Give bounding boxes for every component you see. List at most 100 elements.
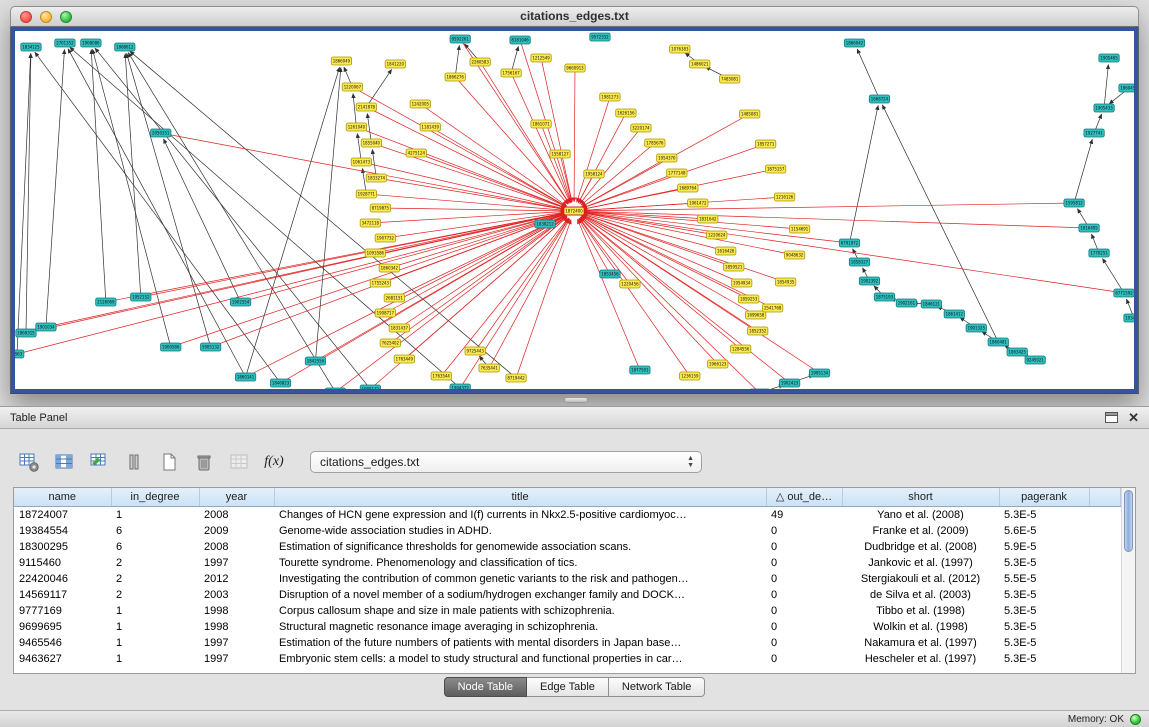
graph-node[interactable]: 9572332 <box>590 33 610 41</box>
graph-node[interactable]: 8719442 <box>506 374 526 382</box>
cell-in-degree[interactable]: 6 <box>111 539 199 555</box>
graph-edge[interactable] <box>46 213 565 327</box>
column-header-name[interactable]: name <box>14 488 111 506</box>
cell-name[interactable]: 18300295 <box>14 539 111 555</box>
panel-resize-grip[interactable] <box>564 397 588 403</box>
column-header-year[interactable]: year <box>199 488 274 506</box>
cell-year[interactable]: 2008 <box>199 539 274 555</box>
column-header-title[interactable]: title <box>274 488 766 506</box>
graph-node[interactable]: 1927741 <box>1084 129 1104 137</box>
graph-node[interactable]: 1093586 <box>365 249 385 257</box>
graph-node[interactable]: 1756167 <box>501 69 521 77</box>
graph-node[interactable]: 1626156 <box>616 109 636 117</box>
graph-edge[interactable] <box>246 67 340 377</box>
graph-node[interactable]: 1755243 <box>370 279 390 287</box>
cell-year[interactable]: 2009 <box>199 523 274 539</box>
graph-node[interactable]: 9725443 <box>465 347 485 355</box>
graph-node[interactable]: 1076383 <box>670 45 690 53</box>
cell-pagerank[interactable]: 5.9E-5 <box>999 539 1089 555</box>
cell-short[interactable]: Stergiakouli et al. (2012) <box>842 571 999 587</box>
graph-node[interactable]: 1842556 <box>305 357 325 365</box>
cell-name[interactable]: 9465546 <box>14 635 111 651</box>
graph-edge[interactable] <box>68 49 246 377</box>
graph-node[interactable]: 1242005 <box>410 100 430 108</box>
graph-node[interactable]: 7625402 <box>380 339 400 347</box>
graph-node[interactable]: 1855040 <box>361 139 381 147</box>
cell-title[interactable]: Corpus callosum shape and size in male p… <box>274 603 766 619</box>
cell-title[interactable]: Structural magnetic resonance image aver… <box>274 619 766 635</box>
cell-in-degree[interactable]: 1 <box>111 619 199 635</box>
cell-in-degree[interactable]: 2 <box>111 555 199 571</box>
table-row[interactable]: 946362711997Embryonic stem cells: a mode… <box>14 651 1121 667</box>
graph-node[interactable]: 1763544 <box>431 372 451 380</box>
cell-year[interactable]: 1997 <box>199 635 274 651</box>
cell-short[interactable]: Dudbridge et al. (2008) <box>842 539 999 555</box>
cell-pagerank[interactable]: 5.3E-5 <box>999 603 1089 619</box>
graph-edge[interactable] <box>46 49 65 327</box>
graph-node[interactable]: 1770251 <box>1089 249 1109 257</box>
cell-out-degree[interactable]: 0 <box>766 651 842 667</box>
cell-name[interactable]: 14569117 <box>14 587 111 603</box>
graph-node[interactable]: 1860141 <box>235 373 255 381</box>
graph-edge[interactable] <box>371 143 565 208</box>
cell-year[interactable]: 1997 <box>199 651 274 667</box>
graph-edge[interactable] <box>127 53 211 347</box>
graph-node[interactable]: 1852571 <box>325 388 345 389</box>
graph-node[interactable]: 7485081 <box>720 75 740 83</box>
table-row[interactable]: 1830029562008Estimation of significance … <box>14 539 1121 555</box>
float-panel-icon[interactable] <box>1105 412 1118 423</box>
cell-name[interactable]: 9699695 <box>14 619 111 635</box>
cell-title[interactable]: Estimation of significance thresholds fo… <box>274 539 766 555</box>
graph-node[interactable]: 1846121 <box>921 300 941 308</box>
column-header-in-degree[interactable]: in_degree <box>111 488 199 506</box>
column-header-pagerank[interactable]: pagerank <box>999 488 1089 506</box>
cell-name[interactable]: 9115460 <box>14 555 111 571</box>
cell-year[interactable]: 1998 <box>199 603 274 619</box>
graph-node[interactable]: 1861412 <box>944 310 964 318</box>
cell-year[interactable]: 1998 <box>199 619 274 635</box>
close-button[interactable] <box>20 11 32 23</box>
new-table-icon[interactable] <box>156 450 182 474</box>
cell-out-degree[interactable]: 0 <box>766 619 842 635</box>
cell-short[interactable]: Jankovic et al. (1997) <box>842 555 999 571</box>
cell-out-degree[interactable]: 0 <box>766 635 842 651</box>
cell-pagerank[interactable]: 5.3E-5 <box>999 587 1089 603</box>
graph-node[interactable]: 2701352 <box>55 39 75 47</box>
cell-out-degree[interactable]: 0 <box>766 571 842 587</box>
graph-edge[interactable] <box>541 58 572 202</box>
cell-name[interactable]: 9463627 <box>14 651 111 667</box>
cell-title[interactable]: Estimation of the future numbers of pati… <box>274 635 766 651</box>
graph-node[interactable]: 1154691 <box>789 225 809 233</box>
function-builder-icon[interactable]: f(x) <box>261 450 287 474</box>
cell-name[interactable]: 18724007 <box>14 506 111 523</box>
graph-edge[interactable] <box>246 215 566 377</box>
show-columns-icon[interactable] <box>51 450 77 474</box>
graph-edge[interactable] <box>367 113 371 143</box>
graph-node[interactable]: 1220456 <box>620 280 640 288</box>
graph-edge[interactable] <box>171 214 566 347</box>
window-titlebar[interactable]: citations_edges.txt <box>10 6 1139 27</box>
graph-node[interactable]: 1261040 <box>346 123 366 131</box>
cell-pagerank[interactable]: 5.5E-5 <box>999 571 1089 587</box>
cell-pagerank[interactable]: 5.3E-5 <box>999 619 1089 635</box>
graph-node[interactable]: 1905132 <box>360 385 380 389</box>
graph-node[interactable]: 1928771 <box>356 190 376 198</box>
graph-node[interactable]: 1854935 <box>775 278 795 286</box>
graph-node[interactable]: 9660913 <box>565 64 585 72</box>
close-panel-icon[interactable]: ✕ <box>1128 411 1139 424</box>
table-row[interactable]: 1938455462009Genome-wide association stu… <box>14 523 1121 539</box>
cell-out-degree[interactable]: 0 <box>766 523 842 539</box>
table-row[interactable]: 969969511998Structural magnetic resonanc… <box>14 619 1121 635</box>
column-header-short[interactable]: short <box>842 488 999 506</box>
graph-edge[interactable] <box>95 48 370 389</box>
cell-in-degree[interactable]: 2 <box>111 571 199 587</box>
cell-title[interactable]: Changes of HCN gene expression and I(f) … <box>274 506 766 523</box>
graph-node[interactable]: 2050351 <box>151 129 171 137</box>
graph-node[interactable]: 1905465 <box>1099 54 1119 62</box>
graph-edge[interactable] <box>455 77 568 204</box>
graph-edge[interactable] <box>579 218 690 376</box>
cell-pagerank[interactable]: 5.3E-5 <box>999 651 1089 667</box>
graph-node[interactable]: 1668724 <box>869 95 889 103</box>
graph-node[interactable]: 9592261 <box>450 35 470 43</box>
cell-out-degree[interactable]: 49 <box>766 506 842 523</box>
